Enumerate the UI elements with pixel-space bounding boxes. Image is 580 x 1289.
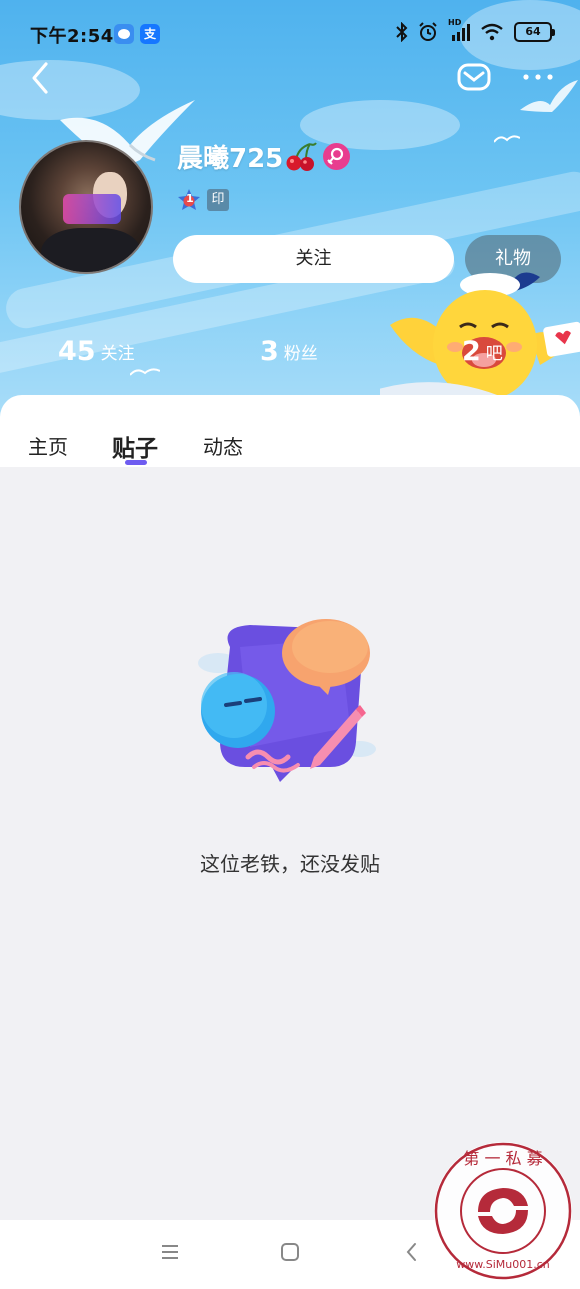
forums-label: 吧 [485, 344, 503, 364]
empty-posts-message: 这位老铁，还没发贴 [200, 852, 380, 876]
menu-icon[interactable] [160, 1242, 180, 1262]
fans-count[interactable]: 3 粉丝 [260, 336, 318, 367]
following-count[interactable]: 45 关注 [58, 336, 135, 367]
back-icon[interactable] [26, 60, 56, 96]
wifi-icon [481, 23, 503, 41]
level-number: 1 [186, 192, 194, 205]
alipay-app-icon: 支 [140, 24, 160, 44]
alarm-icon [419, 22, 437, 41]
username: 晨曦725 [177, 144, 284, 174]
profile-tabs: 主页 贴子 动态 [0, 395, 580, 467]
fans-number: 3 [260, 336, 279, 367]
active-tab-indicator [125, 460, 147, 465]
home-icon[interactable] [280, 1242, 300, 1262]
following-label: 关注 [100, 344, 135, 364]
profile-header: 下午2:54 支 HD 64 晨曦725 1 印 关注 礼物 45 关注 3 粉… [0, 0, 580, 420]
fans-label: 粉丝 [283, 344, 318, 364]
bird-decoration [494, 135, 520, 143]
system-back-icon[interactable] [402, 1242, 422, 1262]
forums-count[interactable]: 2吧 [462, 336, 503, 367]
status-indicators: HD 64 [396, 18, 555, 42]
bluetooth-icon [396, 22, 408, 42]
avatar-body [41, 228, 141, 272]
cherry-icon [286, 142, 317, 171]
message-icon[interactable] [456, 62, 492, 92]
female-gender-icon [323, 143, 350, 170]
posts-content: 这位老铁，还没发贴 [0, 467, 580, 1220]
avatar-sticker [63, 194, 121, 224]
tab-home[interactable]: 主页 [28, 431, 68, 460]
battery-indicator: 64 [514, 22, 555, 42]
seal-badge[interactable]: 印 [207, 189, 229, 211]
watermark-logo: 第 一 私 募 www.SiMu001.cn [434, 1142, 572, 1280]
forums-number: 2 [462, 336, 481, 367]
status-bar: 下午2:54 支 HD 64 [0, 18, 580, 52]
tab-posts[interactable]: 贴子 [112, 429, 158, 463]
watermark-ring-text: 第 一 私 募 [463, 1149, 542, 1168]
avatar[interactable] [19, 140, 153, 274]
status-time: 下午2:54 [30, 26, 114, 47]
bird-decoration [130, 368, 160, 376]
empty-posts-illustration [198, 619, 376, 782]
following-number: 45 [58, 336, 96, 367]
watermark-url-text: www.SiMu001.cn [456, 1258, 550, 1271]
signal-icon: HD [448, 18, 470, 42]
message-app-icon [114, 24, 134, 44]
more-options-icon[interactable] [520, 62, 556, 92]
hd-label: HD [448, 18, 462, 27]
tab-activity[interactable]: 动态 [203, 431, 243, 460]
